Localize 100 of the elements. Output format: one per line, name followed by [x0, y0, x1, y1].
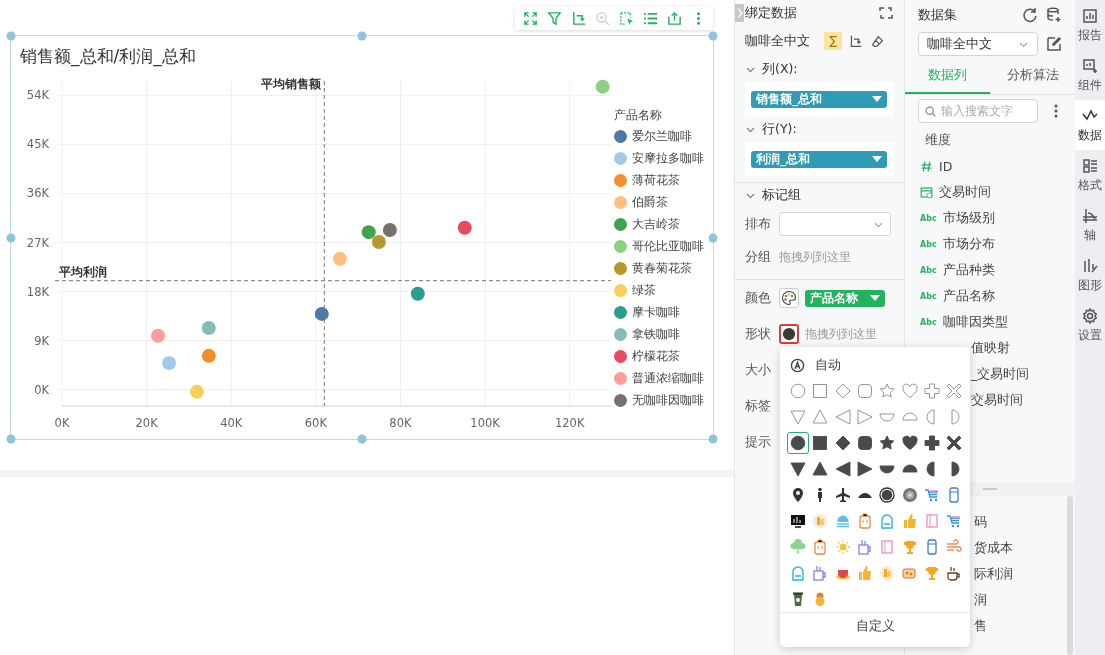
legend-label[interactable]: 无咖啡因咖啡 [632, 391, 704, 409]
star-icon[interactable] [879, 435, 896, 452]
dataset-select[interactable]: 咖啡全中文 [918, 32, 1038, 56]
field-item[interactable]: 市场分布 [943, 235, 995, 253]
field-item[interactable]: 码 [974, 513, 987, 531]
resize-handle[interactable] [6, 434, 16, 444]
legend-label[interactable]: 黄春菊花茶 [632, 259, 692, 277]
scatter-point[interactable] [201, 348, 216, 363]
field-item[interactable]: 产品名称 [943, 287, 995, 305]
notebook-icon[interactable] [879, 539, 896, 556]
edit-icon[interactable] [1046, 36, 1062, 52]
collapse-handle[interactable] [735, 4, 744, 22]
suitcase-icon[interactable] [812, 539, 829, 556]
resize-handle[interactable] [708, 434, 718, 444]
field-item[interactable]: 咖啡因类型 [943, 313, 1008, 331]
palette-button[interactable] [779, 288, 799, 308]
resize-handle[interactable] [6, 233, 16, 242]
nav-item[interactable]: 报告 [1075, 0, 1105, 50]
diamond-icon[interactable] [834, 435, 851, 452]
field-item[interactable]: 值映射 [971, 339, 1010, 357]
nav-item[interactable]: 设置 [1075, 300, 1105, 350]
scatter-point[interactable] [410, 286, 425, 301]
scatter-point[interactable] [371, 234, 386, 249]
legend-label[interactable]: 柠檬花茶 [632, 347, 680, 365]
coffee-icon[interactable] [946, 565, 963, 582]
triright-icon[interactable] [857, 461, 874, 478]
legend-label[interactable]: 薄荷花茶 [632, 171, 680, 189]
legend-label[interactable]: 伯爵茶 [632, 193, 668, 211]
database-add-icon[interactable] [1046, 7, 1062, 23]
resize-handle[interactable] [357, 434, 367, 444]
building-icon[interactable] [812, 513, 829, 530]
field-item[interactable]: 市场级别 [943, 209, 995, 227]
scatter-point[interactable] [201, 321, 216, 336]
resize-handle[interactable] [708, 31, 718, 41]
scatter-point[interactable] [361, 225, 376, 240]
notebook-icon[interactable] [923, 513, 940, 530]
shape-button[interactable] [779, 324, 799, 344]
legend-label[interactable]: 摩卡咖啡 [632, 303, 680, 321]
field-item[interactable]: 交易时间 [939, 183, 991, 201]
sum-icon[interactable] [824, 32, 842, 50]
cart-icon[interactable] [946, 513, 963, 530]
resize-handle[interactable] [708, 233, 718, 242]
legend-label[interactable]: 普通浓缩咖啡 [632, 369, 704, 387]
resize-handle[interactable] [6, 31, 16, 41]
field-item[interactable]: 产品种类 [943, 261, 995, 279]
plane-icon[interactable] [834, 487, 851, 504]
legend-label[interactable]: 拿铁咖啡 [632, 325, 680, 343]
plant-icon[interactable] [790, 539, 807, 556]
trileft-icon[interactable] [834, 461, 851, 478]
scatter-point[interactable] [151, 328, 166, 343]
nav-item[interactable]: 轴 [1075, 200, 1105, 250]
field-item[interactable]: 润 [974, 591, 987, 609]
scatter-point[interactable] [314, 306, 329, 321]
field-item[interactable]: ID [939, 158, 953, 174]
circle-icon[interactable] [790, 435, 807, 452]
refresh-icon[interactable] [1022, 7, 1038, 23]
custom-option[interactable]: 自定义 [855, 618, 895, 635]
thumb-icon[interactable] [857, 565, 874, 582]
nav-item[interactable]: 图形 [1075, 250, 1105, 300]
splitter-handle[interactable] [983, 488, 997, 490]
rounded-icon[interactable] [857, 435, 874, 452]
scrollbar[interactable] [1067, 496, 1073, 655]
tv-icon[interactable] [790, 513, 807, 530]
trophy-icon[interactable] [923, 565, 940, 582]
nav-item[interactable]: 数据 [1075, 100, 1105, 150]
field-item[interactable]: 际利润 [974, 565, 1013, 583]
tridown-icon[interactable] [790, 461, 807, 478]
xmark-icon[interactable] [946, 435, 963, 452]
field-item[interactable]: 售 [974, 617, 987, 635]
resize-handle[interactable] [357, 31, 367, 41]
field-item[interactable]: 货成本 [974, 539, 1013, 557]
field-item[interactable]: _交易时间 [971, 365, 1030, 383]
heart-icon[interactable] [901, 435, 918, 452]
nav-item[interactable]: 格式 [1075, 150, 1105, 200]
auto-option[interactable]: 自动 [815, 357, 841, 374]
ring-icon[interactable] [879, 487, 896, 504]
field-item[interactable]: 交易时间 [971, 391, 1023, 409]
legend-label[interactable]: 哥伦比亚咖啡 [632, 237, 704, 255]
nav-item[interactable]: 组件 [1075, 50, 1105, 100]
sun-icon[interactable] [834, 539, 851, 556]
legend-label[interactable]: 安摩拉多咖啡 [632, 149, 704, 167]
swap-icon[interactable] [878, 5, 894, 21]
tab[interactable]: 分析算法 [990, 58, 1075, 94]
square-icon[interactable] [812, 435, 829, 452]
sphere-icon[interactable] [901, 487, 918, 504]
star-icon[interactable] [879, 383, 896, 400]
mug-icon[interactable] [857, 539, 874, 556]
search-field[interactable]: 输入搜索文字 [918, 99, 1038, 123]
legend-label[interactable]: 大吉岭茶 [632, 215, 680, 233]
scatter-point[interactable] [382, 222, 397, 237]
building-icon[interactable] [879, 565, 896, 582]
mug-icon[interactable] [812, 565, 829, 582]
cart-icon[interactable] [923, 487, 940, 504]
triup-icon[interactable] [812, 461, 829, 478]
legend-label[interactable]: 绿茶 [632, 281, 656, 299]
scatter-point[interactable] [457, 220, 472, 235]
trophy-icon[interactable] [901, 539, 918, 556]
legend-label[interactable]: 爱尔兰咖啡 [632, 127, 692, 145]
suitcase-icon[interactable] [857, 513, 874, 530]
cross-icon[interactable] [923, 435, 940, 452]
